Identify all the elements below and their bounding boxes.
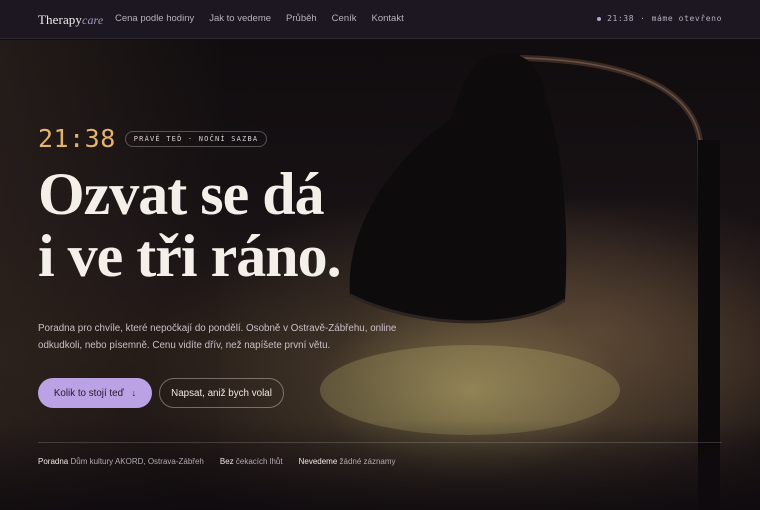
- write-instead-button[interactable]: Napsat, aniž bych volal: [159, 378, 284, 408]
- open-status: 21:38 · máme otevřeno: [597, 14, 722, 23]
- fact-location: Poradna Dům kultury AKORD, Ostrava-Zábře…: [38, 457, 204, 466]
- facts-row: Poradna Dům kultury AKORD, Ostrava-Zábře…: [38, 457, 396, 466]
- status-time: 21:38: [607, 14, 635, 23]
- hero-clock: 21:38: [38, 124, 116, 153]
- nav-link-price-list[interactable]: Ceník: [332, 13, 357, 24]
- brand-logo[interactable]: Therapycare: [38, 12, 103, 28]
- pricing-now-label: Kolik to stojí teď: [53, 387, 124, 399]
- pricing-now-button[interactable]: Kolik to stojí teď ↓: [38, 378, 152, 408]
- nav-links: Cena podle hodiny Jak to vedeme Průběh C…: [115, 13, 404, 24]
- fact-records-label: Nevedeme: [298, 457, 338, 466]
- hero-headline: Ozvat se dá i ve tři ráno.: [38, 163, 478, 287]
- arrow-down-icon: ↓: [131, 388, 137, 398]
- brand-suffix: care: [82, 13, 104, 27]
- night-rate-badge: PRÁVĚ TEĎ · NOČNÍ SAZBA: [124, 130, 268, 147]
- fact-waiting: Bez čekacích lhůt: [220, 457, 283, 466]
- write-instead-label: Napsat, aniž bych volal: [171, 387, 272, 399]
- divider: [38, 442, 722, 443]
- headline-line-2: i ve tři ráno.: [38, 223, 342, 289]
- status-text: máme otevřeno: [651, 14, 722, 23]
- nav-link-how-we-work[interactable]: Jak to vedeme: [209, 13, 271, 24]
- brand-name: Therapy: [38, 12, 83, 27]
- nav-link-pricing-hourly[interactable]: Cena podle hodiny: [115, 13, 194, 24]
- fact-location-value: Dům kultury AKORD, Ostrava-Zábřeh: [70, 457, 204, 466]
- fact-records: Nevedeme žádné záznamy: [299, 457, 396, 466]
- nav-link-process[interactable]: Průběh: [286, 13, 317, 24]
- fact-waiting-value: čekacích lhůt: [235, 457, 283, 466]
- fact-records-value: žádné záznamy: [339, 457, 396, 466]
- top-navigation: Therapycare Cena podle hodiny Jak to ved…: [0, 0, 760, 39]
- fact-waiting-label: Bez: [219, 457, 234, 466]
- headline-line-1: Ozvat se dá: [38, 161, 325, 227]
- fact-location-label: Poradna: [38, 457, 69, 466]
- nav-link-contact[interactable]: Kontakt: [372, 13, 404, 24]
- current-time-row: 21:38 PRÁVĚ TEĎ · NOČNÍ SAZBA: [38, 124, 268, 153]
- status-dot-icon: [597, 16, 602, 21]
- status-separator: ·: [640, 14, 646, 23]
- hero-lead-text: Poradna pro chvíle, které nepočkají do p…: [38, 323, 397, 351]
